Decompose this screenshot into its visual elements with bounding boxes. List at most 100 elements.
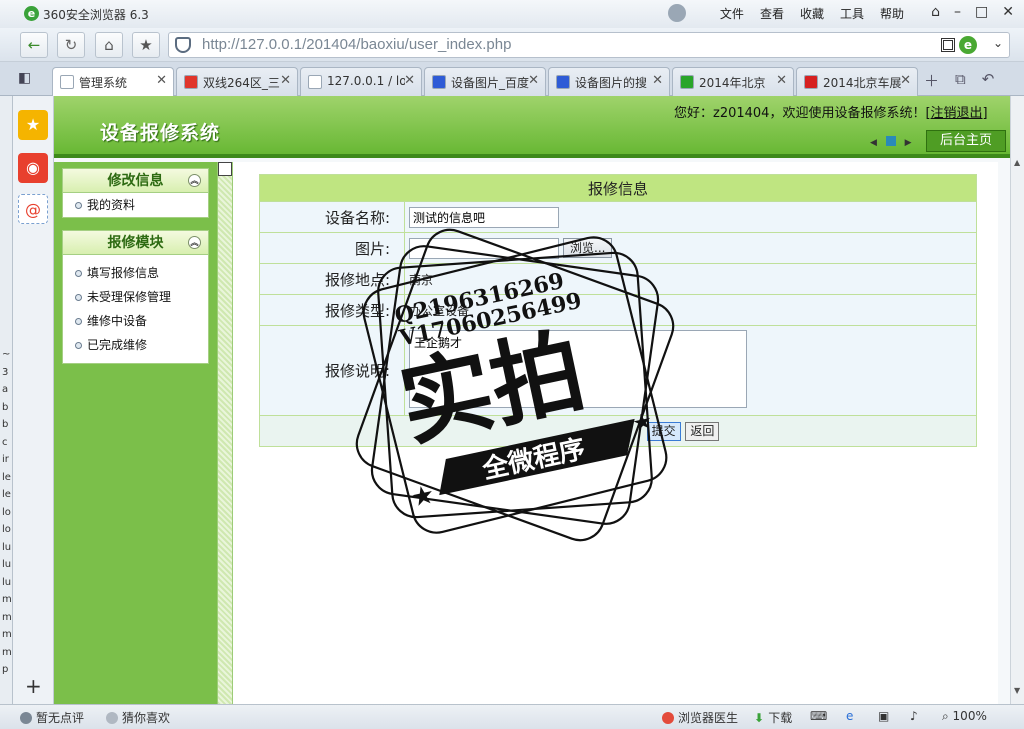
tab-label: 2014北京车展 [823,76,901,90]
tab-label: 管理系统 [79,76,128,90]
image-path-input[interactable] [409,237,559,259]
tab-favicon-icon [308,75,322,89]
browser-tab[interactable]: 2014北京车展 ✕ [796,67,918,96]
sidebar-toggle-icon[interactable]: ◧ [18,70,31,86]
menu-item-in-repair[interactable]: 维修中设备 [63,309,208,333]
rating-item[interactable]: 暂无点评 [20,709,84,726]
collapse-icon[interactable]: ︽ [188,174,201,187]
browser-tab[interactable]: 2014年北京 ✕ [672,67,794,96]
dock-letter: m [2,629,12,640]
collapse-icon[interactable]: ︽ [188,236,201,249]
window-icon[interactable]: ▣ [878,709,889,723]
browser-mode-icon[interactable]: e [959,36,977,54]
minimize-button[interactable]: – [954,4,961,20]
splitter-toggle[interactable] [218,162,232,176]
repair-type-cell: 办公室设备 [404,294,977,326]
doctor-item[interactable]: 浏览器医生 [662,709,738,726]
close-window-button[interactable]: ✕ [1002,4,1014,20]
logout-link[interactable]: 注销退出 [931,106,983,121]
tab-close-icon[interactable]: ✕ [280,73,291,88]
refresh-button[interactable]: ↻ [57,32,85,58]
zoom-item[interactable]: ⌕ 100% [942,709,987,724]
star-icon: ★ [139,36,153,54]
scroll-up-icon[interactable]: ▲ [1014,158,1020,167]
tab-favicon-icon [184,75,198,89]
browser-tab[interactable]: 设备图片的搜 ✕ [548,67,670,96]
doctor-icon [662,712,674,724]
favorite-button[interactable]: ★ [132,32,160,58]
device-name-input[interactable] [409,206,559,228]
pinyin-icon[interactable]: ⌨ [810,709,827,723]
browser-tab[interactable]: 双线264区_三 ✕ [176,67,298,96]
browser-tab[interactable]: 管理系统 ✕ [52,67,174,97]
browser-tab[interactable]: 设备图片_百度 ✕ [424,67,546,96]
menu-splitter[interactable] [217,162,233,704]
next-arrow-icon[interactable]: ▶ [905,138,912,148]
dock-letter: lo [2,524,11,535]
dock-letter: le [2,489,11,500]
menu-file[interactable]: 文件 [720,5,744,22]
zoom-icon: ⌕ [942,709,953,723]
mail-icon[interactable]: @ [18,194,48,224]
url-text[interactable]: http://127.0.0.1/201404/baoxiu/user_inde… [202,36,511,53]
home-page-button[interactable]: ⌂ [95,32,123,58]
description-textarea[interactable]: 王企鹅才 [409,329,747,408]
menu-tools[interactable]: 工具 [840,5,864,22]
menu-head-profile[interactable]: 修改信息 ︽ [63,169,208,193]
browse-button[interactable]: 浏览... [563,238,613,258]
address-bar[interactable]: http://127.0.0.1/201404/baoxiu/user_inde… [168,32,1010,58]
skin-icon[interactable]: ⌂ [931,4,940,20]
favorites-star-icon[interactable]: ★ [18,110,48,140]
ie-engine-icon[interactable]: e [846,709,853,723]
menu-help[interactable]: 帮助 [880,5,904,22]
security-shield-icon[interactable] [175,37,191,53]
download-arrow-icon: ⬇ [754,711,769,725]
download-label: 下载 [768,711,793,725]
back-button[interactable]: ← [20,32,48,58]
menu-favorites[interactable]: 收藏 [800,5,824,22]
guess-icon [106,712,118,724]
tab-close-icon[interactable]: ✕ [652,73,663,88]
add-icon[interactable]: + [25,674,42,698]
menu-head-repair[interactable]: 报修模块 ︽ [63,231,208,255]
tab-tools: ＋ ⧉ ↶ [924,70,994,91]
user-account-icon[interactable] [668,4,686,22]
tab-close-icon[interactable]: ✕ [900,73,911,88]
download-item[interactable]: ⬇ 下载 [754,709,792,726]
home-page-button[interactable]: 后台主页 [926,130,1006,152]
zoom-label: 100% [952,709,987,723]
menu-item-my-profile[interactable]: 我的资料 [63,193,208,217]
weibo-icon[interactable]: ◉ [18,153,48,183]
prev-arrow-icon[interactable]: ◀ [870,138,877,148]
undo-close-icon[interactable]: ↶ [982,70,995,91]
tab-close-icon[interactable]: ✕ [776,73,787,88]
restore-tabs-icon[interactable]: ⧉ [955,70,966,91]
sound-icon[interactable]: ♪ [910,709,918,723]
menu-title: 修改信息 [107,173,164,189]
dock-letter: lu [2,576,12,588]
tab-close-icon[interactable]: ✕ [156,73,167,88]
guess-item[interactable]: 猜你喜欢 [106,709,170,726]
web-page: 设备报修系统 您好：z201404，欢迎使用设备报修系统！[注销退出] ◀ ▶ … [54,96,1010,704]
browser-tab[interactable]: 127.0.0.1 / lo ✕ [300,67,422,96]
back-form-button[interactable]: 返回 [685,422,720,441]
dock-letter: b [2,419,9,430]
page-indicator-icon[interactable] [885,136,896,146]
chevron-down-icon[interactable]: ⌄ [993,36,1003,50]
page-header: 设备报修系统 您好：z201404，欢迎使用设备报修系统！[注销退出] ◀ ▶ … [54,96,1010,158]
tab-favicon-icon [804,75,818,89]
submit-button[interactable]: 提交 [646,422,681,441]
new-tab-icon[interactable]: ＋ [924,70,939,91]
maximize-button[interactable]: □ [975,4,988,20]
dock-letter: m [2,594,12,605]
menu-view[interactable]: 查看 [760,5,784,22]
page-scrollbar[interactable]: ▲ ▼ [1010,96,1024,704]
menu-item-fill-repair[interactable]: 填写报修信息 [63,261,208,285]
menu-item-unaccepted[interactable]: 未受理保修管理 [63,285,208,309]
tab-close-icon[interactable]: ✕ [528,73,539,88]
qr-code-icon[interactable] [941,38,955,52]
tab-close-icon[interactable]: ✕ [404,73,415,88]
menu-item-completed[interactable]: 已完成维修 [63,333,208,357]
scroll-down-icon[interactable]: ▼ [1014,686,1020,695]
home-icon: ⌂ [104,36,114,54]
